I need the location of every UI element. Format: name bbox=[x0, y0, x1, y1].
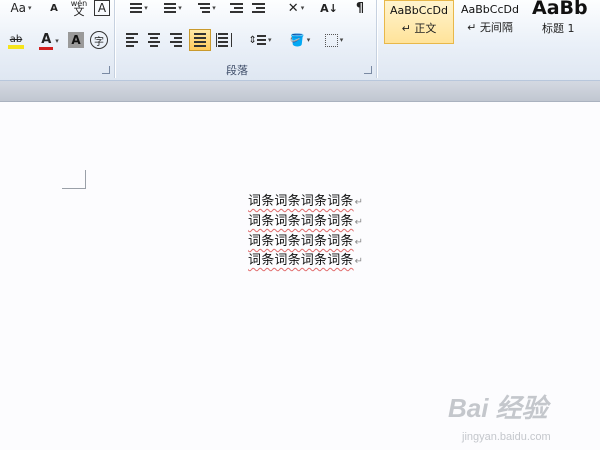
paragraph-mark-icon: ↵ bbox=[354, 237, 364, 248]
align-left-icon bbox=[126, 33, 138, 47]
style-sample: AaBb bbox=[532, 0, 588, 19]
document-line[interactable]: 词条词条词条词条↵ bbox=[248, 249, 364, 268]
paragraph-group-label: 段落 bbox=[226, 64, 248, 77]
justify-button[interactable] bbox=[189, 29, 211, 51]
paint-bucket-icon: 🪣 bbox=[289, 33, 305, 47]
multilevel-list-icon bbox=[198, 3, 211, 13]
line-text: 词条词条词条词条 bbox=[248, 214, 354, 229]
style-name: 标题 1 bbox=[542, 22, 575, 35]
phonetic-guide-button[interactable]: wén 文 bbox=[68, 0, 90, 18]
document-line[interactable]: 词条词条词条词条↵ bbox=[248, 190, 364, 209]
chinese-layout-icon: ✕ bbox=[287, 0, 299, 16]
group-divider bbox=[376, 0, 377, 78]
borders-icon bbox=[324, 33, 338, 47]
style-tile-heading-1[interactable]: AaBb 标题 1 bbox=[528, 0, 600, 42]
watermark-logo: Bai 经验 bbox=[448, 393, 548, 423]
pilcrow-icon: ¶ bbox=[355, 0, 365, 16]
align-right-icon bbox=[170, 33, 182, 47]
bullets-icon bbox=[130, 3, 143, 13]
margin-corner-mark bbox=[62, 188, 86, 189]
paragraph-mark-icon: ↵ bbox=[354, 256, 364, 267]
borders-button[interactable]: ▾ bbox=[320, 32, 348, 48]
sort-button[interactable]: A↓ bbox=[320, 0, 338, 16]
enclose-char-label: 字 bbox=[94, 36, 104, 48]
highlight-color-bar bbox=[8, 44, 24, 49]
highlight-label: ab bbox=[9, 33, 23, 45]
style-sample: AaBbCcDd bbox=[390, 4, 448, 17]
char-shading-button[interactable]: A bbox=[68, 32, 84, 48]
numbering-icon bbox=[164, 3, 177, 13]
line-text: 词条词条词条词条 bbox=[248, 234, 354, 249]
chevron-down-icon: ▾ bbox=[212, 4, 216, 12]
style-tile-normal[interactable]: AaBbCcDd ↵ 正文 bbox=[384, 0, 454, 44]
increase-indent-icon bbox=[251, 3, 265, 13]
char-border-button[interactable]: A bbox=[94, 0, 110, 16]
char-border-label: A bbox=[97, 1, 107, 15]
group-divider bbox=[114, 0, 115, 78]
chevron-down-icon: ▾ bbox=[178, 4, 182, 12]
paragraph-mark-icon: ↵ bbox=[354, 197, 364, 208]
phonetic-guide-char: 文 bbox=[73, 5, 85, 18]
watermark-url: jingyan.baidu.com bbox=[462, 431, 551, 443]
line-text: 词条词条词条词条 bbox=[248, 194, 354, 209]
chevron-down-icon: ▾ bbox=[306, 36, 311, 44]
paragraph-mark-icon: ↵ bbox=[354, 217, 364, 228]
chevron-down-icon: ▾ bbox=[300, 4, 305, 12]
style-name: ↵ 正文 bbox=[401, 22, 437, 35]
font-dialog-launcher-icon[interactable] bbox=[102, 66, 110, 74]
enclose-char-button[interactable]: 字 bbox=[90, 31, 108, 49]
distributed-button[interactable] bbox=[216, 32, 232, 48]
show-formatting-marks-button[interactable]: ¶ bbox=[352, 0, 368, 16]
chinese-layout-button[interactable]: ✕ ▾ bbox=[282, 0, 310, 16]
text-highlight-button[interactable]: ab bbox=[2, 30, 30, 52]
paragraph-dialog-launcher-icon[interactable] bbox=[364, 66, 372, 74]
style-name: ↵ 无间隔 bbox=[467, 21, 513, 34]
font-size-label: Aa bbox=[10, 1, 27, 15]
align-center-button[interactable] bbox=[146, 32, 162, 48]
ribbon: Aa ▾ A wén 文 A ab A ▾ A 字 ▾ ▾ ▾ ✕ ▾ A↓ ¶… bbox=[0, 0, 600, 81]
chevron-down-icon: ▾ bbox=[267, 36, 272, 44]
numbering-button[interactable]: ▾ bbox=[158, 0, 188, 16]
style-tile-no-spacing[interactable]: AaBbCcDd ↵ 无间隔 bbox=[456, 0, 524, 42]
font-color-bar bbox=[39, 46, 54, 50]
chevron-down-icon: ▾ bbox=[144, 4, 148, 12]
shading-button[interactable]: 🪣 ▾ bbox=[286, 32, 314, 48]
clear-format-icon[interactable]: A bbox=[44, 0, 64, 16]
char-shading-label: A bbox=[71, 33, 81, 47]
ruler-strip bbox=[0, 81, 600, 102]
line-text: 词条词条词条词条 bbox=[248, 253, 354, 268]
baidu-jingyan-watermark: Bai 经验 jingyan.baidu.com bbox=[448, 388, 598, 448]
decrease-indent-button[interactable] bbox=[228, 0, 244, 16]
document-line[interactable]: 词条词条词条词条↵ bbox=[248, 210, 364, 229]
align-left-button[interactable] bbox=[124, 32, 140, 48]
bullets-button[interactable]: ▾ bbox=[124, 0, 154, 16]
increase-indent-button[interactable] bbox=[250, 0, 266, 16]
line-spacing-icon bbox=[256, 35, 266, 45]
line-spacing-arrow-icon: ⇕ bbox=[248, 34, 257, 46]
style-sample: AaBbCcDd bbox=[461, 3, 519, 16]
chevron-down-icon: ▾ bbox=[28, 4, 32, 12]
document-line[interactable]: 词条词条词条词条↵ bbox=[248, 230, 364, 249]
align-center-icon bbox=[148, 33, 160, 47]
font-color-button[interactable]: A ▾ bbox=[34, 30, 64, 52]
multilevel-list-button[interactable]: ▾ bbox=[192, 0, 222, 16]
chevron-down-icon: ▾ bbox=[339, 36, 344, 44]
font-size-button[interactable]: Aa ▾ bbox=[6, 0, 36, 16]
font-color-label: A bbox=[41, 31, 52, 47]
line-spacing-button[interactable]: ⇕ ▾ bbox=[246, 32, 274, 48]
sort-icon: A↓ bbox=[320, 1, 338, 15]
margin-corner-mark bbox=[85, 170, 86, 188]
decrease-indent-icon bbox=[229, 3, 243, 13]
chevron-down-icon: ▾ bbox=[55, 37, 59, 45]
justify-icon bbox=[194, 33, 206, 47]
distributed-icon bbox=[216, 33, 232, 47]
align-right-button[interactable] bbox=[168, 32, 184, 48]
